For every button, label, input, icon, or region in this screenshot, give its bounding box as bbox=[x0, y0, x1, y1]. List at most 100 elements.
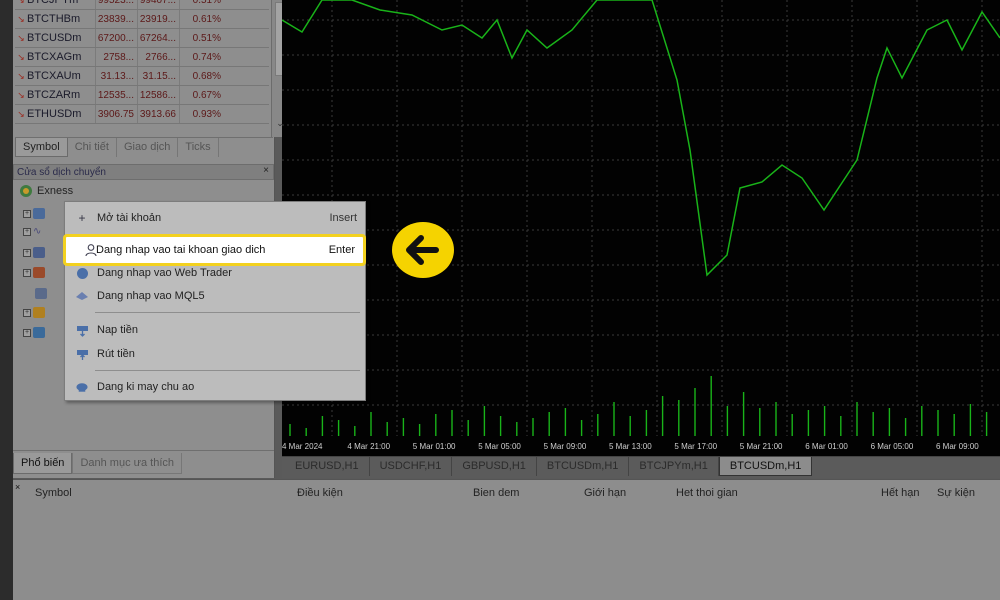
experts-icon bbox=[33, 247, 45, 258]
window-edge bbox=[0, 0, 13, 600]
navigator-title-bar: Cửa sổ dịch chuyển × bbox=[13, 164, 274, 180]
change-cell: 0.68% bbox=[179, 67, 225, 85]
withdraw-icon bbox=[75, 347, 89, 361]
tree-node-scripts[interactable]: + bbox=[23, 267, 45, 278]
navigator-title: Cửa sổ dịch chuyển bbox=[17, 166, 106, 178]
bid-cell: 12535... bbox=[95, 86, 137, 104]
tree-node-market[interactable]: + bbox=[23, 307, 45, 318]
toolbox-header: Symbol Điều kiện Bien dem Giới hạn Het t… bbox=[13, 480, 1000, 502]
tree-root[interactable]: Exness bbox=[19, 184, 73, 198]
menu-item-deposit[interactable]: Nap tiền bbox=[65, 319, 365, 341]
symbol-cell: BTCXAUm bbox=[27, 70, 81, 82]
expand-icon[interactable]: + bbox=[23, 209, 31, 218]
time-axis-label: 6 Mar 01:00 bbox=[805, 442, 848, 451]
menu-item-withdraw[interactable]: Rút tiền bbox=[65, 343, 365, 365]
time-axis-label: 5 Mar 09:00 bbox=[544, 442, 587, 451]
tree-node-indicators[interactable]: + ∿ bbox=[23, 226, 45, 237]
time-axis-label: 5 Mar 13:00 bbox=[609, 442, 652, 451]
col-condition[interactable]: Điều kiện bbox=[297, 487, 343, 499]
bid-cell: 2758... bbox=[95, 48, 137, 66]
ask-cell: 99407... bbox=[137, 0, 179, 9]
col-counter[interactable]: Bien dem bbox=[473, 487, 519, 499]
symbol-cell: BTCXAGm bbox=[27, 51, 82, 63]
bid-cell: 99523... bbox=[95, 0, 137, 9]
indicators-icon: ∿ bbox=[33, 226, 42, 237]
tree-node-experts[interactable]: + bbox=[23, 247, 45, 258]
accounts-icon bbox=[33, 208, 45, 219]
table-row[interactable]: ↘ BTCZARm 12535... 12586... 0.67% bbox=[15, 86, 269, 105]
market-watch-tabs: Symbol Chi tiết Giao dịch Ticks bbox=[15, 137, 273, 157]
table-row[interactable]: ↘ BTCXAGm 2758... 2766... 0.74% bbox=[15, 48, 269, 67]
ask-cell: 31.15... bbox=[137, 67, 179, 85]
expand-icon[interactable]: + bbox=[23, 308, 31, 317]
ask-cell: 67264... bbox=[137, 29, 179, 47]
time-axis-label: 5 Mar 17:00 bbox=[674, 442, 717, 451]
col-symbol[interactable]: Symbol bbox=[35, 487, 72, 499]
arrow-left-icon bbox=[392, 222, 454, 278]
tab-ticks[interactable]: Ticks bbox=[178, 138, 219, 157]
change-cell: 0.51% bbox=[179, 0, 225, 9]
time-axis-label: 5 Mar 05:00 bbox=[478, 442, 521, 451]
tab-details[interactable]: Chi tiết bbox=[68, 138, 117, 157]
market-icon bbox=[33, 307, 45, 318]
menu-item-open-account[interactable]: + Mở tài khoản Insert bbox=[65, 207, 365, 229]
symbol-cell: BTCUSDm bbox=[27, 32, 82, 44]
menu-item-vps[interactable]: Dang ki may chu ao bbox=[65, 376, 365, 398]
col-limit[interactable]: Giới hạn bbox=[584, 487, 626, 499]
tree-node-services[interactable] bbox=[35, 288, 47, 299]
globe-icon bbox=[75, 266, 89, 280]
table-row[interactable]: ↘BTCJPYm 99523...99407...0.51% bbox=[15, 0, 269, 10]
menu-item-mql5[interactable]: Dang nhap vao MQL5 bbox=[65, 285, 365, 307]
col-expired[interactable]: Hết hạn bbox=[881, 487, 920, 499]
expand-icon[interactable]: + bbox=[23, 328, 31, 337]
expand-icon[interactable]: + bbox=[23, 248, 31, 257]
deposit-icon bbox=[75, 323, 89, 337]
ask-cell: 3913.66 bbox=[137, 105, 179, 123]
table-row[interactable]: ↘ BTCTHBm 23839... 23919... 0.61% bbox=[15, 10, 269, 29]
tree-node-accounts[interactable]: + bbox=[23, 208, 45, 219]
tab-symbol[interactable]: Symbol bbox=[15, 138, 68, 157]
tab-common[interactable]: Phổ biến bbox=[13, 453, 73, 474]
context-menu: + Mở tài khoản Insert Dang nhap vao Web … bbox=[64, 201, 366, 401]
chart-tab[interactable]: EURUSD,H1 bbox=[285, 457, 370, 476]
col-event[interactable]: Sự kiện bbox=[937, 487, 975, 499]
down-arrow-icon: ↘ bbox=[17, 70, 25, 81]
toolbox-panel: × Symbol Điều kiện Bien dem Giới hạn Het… bbox=[13, 479, 1000, 600]
bid-cell: 67200... bbox=[95, 29, 137, 47]
change-cell: 0.93% bbox=[179, 105, 225, 123]
table-row[interactable]: ↘ BTCXAUm 31.13... 31.15... 0.68% bbox=[15, 67, 269, 86]
menu-item-login-account[interactable]: Dang nhap vao tai khoan giao dich Enter bbox=[63, 234, 366, 266]
tree-node-vps[interactable]: + bbox=[23, 327, 45, 338]
menu-separator bbox=[95, 370, 360, 371]
plus-icon: + bbox=[78, 211, 86, 225]
close-icon[interactable]: × bbox=[263, 165, 269, 176]
services-icon bbox=[35, 288, 47, 299]
vps-icon bbox=[33, 327, 45, 338]
chart-tab[interactable]: BTCJPYm,H1 bbox=[629, 457, 719, 476]
hat-icon bbox=[75, 289, 89, 303]
symbol-cell: BTCTHBm bbox=[27, 13, 81, 25]
ask-cell: 12586... bbox=[137, 86, 179, 104]
chart-tab[interactable]: BTCUSDm,H1 bbox=[718, 457, 813, 476]
down-arrow-icon: ↘ bbox=[15, 0, 27, 6]
price-chart[interactable]: 4 Mar 2024 4 Mar 21:00 5 Mar 01:00 5 Mar 05… bbox=[282, 0, 1000, 456]
tab-favorites[interactable]: Danh mục ưa thích bbox=[72, 453, 183, 474]
change-cell: 0.74% bbox=[179, 48, 225, 66]
table-row[interactable]: ↘ ETHUSDm 3906.75 3913.66 0.93% bbox=[15, 105, 269, 124]
time-axis-label: 4 Mar 21:00 bbox=[347, 442, 390, 451]
expand-icon[interactable]: + bbox=[23, 268, 31, 277]
bid-cell: 23839... bbox=[95, 10, 137, 28]
symbol-cell: BTCZARm bbox=[27, 89, 81, 101]
chart-tab[interactable]: USDCHF,H1 bbox=[370, 457, 453, 476]
change-cell: 0.61% bbox=[179, 10, 225, 28]
change-cell: 0.67% bbox=[179, 86, 225, 104]
down-arrow-icon: ↘ bbox=[17, 108, 25, 119]
expand-icon[interactable]: + bbox=[23, 227, 31, 236]
chart-tab[interactable]: BTCUSDm,H1 bbox=[537, 457, 630, 476]
col-expiration-time[interactable]: Het thoi gian bbox=[676, 487, 738, 499]
tab-trading[interactable]: Giao dịch bbox=[117, 138, 179, 157]
chart-tab[interactable]: GBPUSD,H1 bbox=[452, 457, 537, 476]
table-row[interactable]: ↘ BTCUSDm 67200... 67264... 0.51% bbox=[15, 29, 269, 48]
chart-tabs: EURUSD,H1 USDCHF,H1 GBPUSD,H1 BTCUSDm,H1 BTC… bbox=[282, 456, 1000, 478]
symbol-cell: ETHUSDm bbox=[27, 108, 82, 120]
